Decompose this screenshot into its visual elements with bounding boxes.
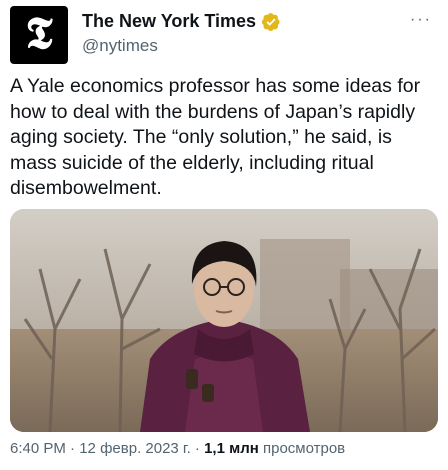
photo-illustration (10, 209, 438, 432)
tweet-photo[interactable] (10, 209, 438, 432)
name-row: The New York Times (82, 11, 281, 32)
tweet-date[interactable]: 12 февр. 2023 г. (79, 440, 191, 457)
handle[interactable]: @nytimes (82, 36, 281, 56)
more-options-icon[interactable]: ··· (410, 12, 432, 28)
nyt-logo-icon: 𝕿 (25, 8, 53, 59)
avatar[interactable]: 𝕿 (10, 6, 68, 64)
meta-separator: · (70, 440, 76, 457)
meta-separator: · (194, 440, 200, 457)
tweet-text: A Yale economics professor has some idea… (10, 75, 421, 199)
views-count: 1,1 млн (204, 440, 259, 457)
views-label: просмотров (262, 440, 346, 457)
display-name[interactable]: The New York Times (82, 11, 256, 32)
tweet: 𝕿 The New York Times @nytimes ··· A Yale… (0, 0, 448, 470)
tweet-meta: 6:40 PM · 12 февр. 2023 г. · 1,1 млн про… (10, 440, 345, 457)
author-names: The New York Times @nytimes (82, 11, 281, 56)
tweet-header: 𝕿 The New York Times @nytimes ··· (10, 6, 438, 66)
tweet-time[interactable]: 6:40 PM (10, 440, 66, 457)
verified-badge-icon (261, 12, 281, 32)
